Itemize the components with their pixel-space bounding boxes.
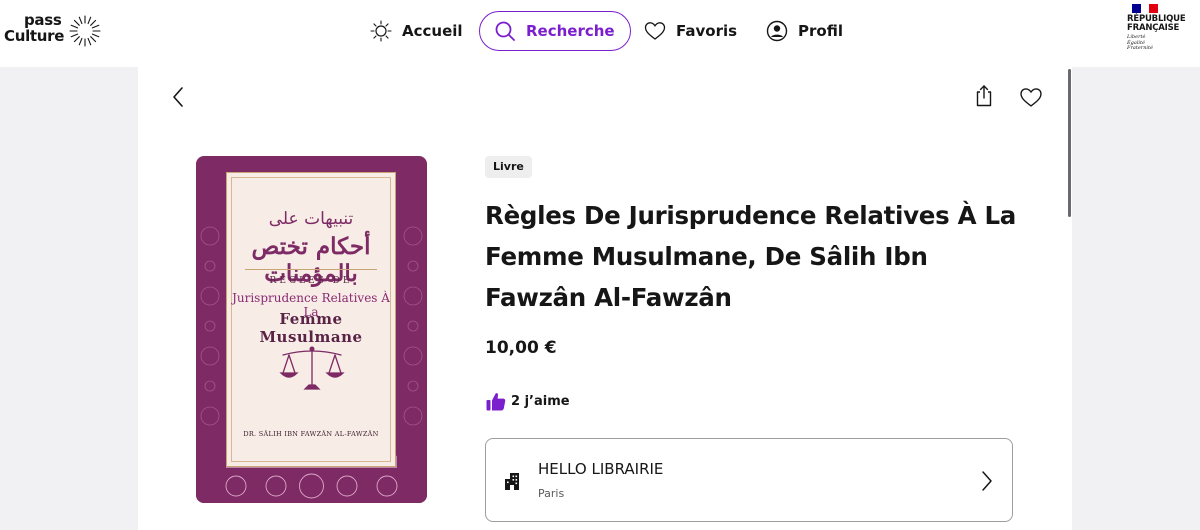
chevron-right-icon: [982, 471, 992, 491]
republique-francaise-logo: RÉPUBLIQUE FRANÇAISE Liberté Égalité Fra…: [1127, 4, 1193, 62]
scrollbar[interactable]: [1068, 69, 1071, 217]
venue-city: Paris: [538, 487, 565, 500]
user-icon: [766, 20, 788, 42]
sun-icon: [370, 20, 392, 42]
likes-label: 2 j’aime: [511, 394, 570, 409]
venue-card[interactable]: HELLO LIBRAIRIE Paris: [485, 438, 1013, 522]
nav-label: Recherche: [526, 22, 615, 40]
rf-motto: Liberté Égalité Fraternité: [1127, 34, 1153, 52]
category-badge: Livre: [485, 156, 532, 178]
offer-title: Règles De Jurisprudence Relatives À La F…: [485, 201, 1017, 312]
top-header: pass Culture Accueil Recherche Favoris P…: [0, 0, 1200, 67]
cover-title-line1: RÈGLES DE: [269, 276, 353, 286]
logo-sun-icon: [69, 15, 101, 47]
pass-culture-logo[interactable]: pass Culture: [4, 12, 104, 52]
nav-label: Favoris: [676, 22, 738, 40]
cover-author: DR. SÂLIH IBN FAWZÂN AL-FAWZÂN: [243, 430, 379, 438]
cover-arabic-line1: تنبيهات على: [268, 209, 354, 229]
favorite-button[interactable]: [1019, 85, 1043, 109]
venue-name: HELLO LIBRAIRIE: [538, 460, 664, 478]
nav-favoris[interactable]: Favoris: [644, 11, 737, 51]
heart-icon: [1020, 87, 1042, 107]
nav-label: Accueil: [402, 22, 463, 40]
nav-recherche[interactable]: Recherche: [479, 11, 631, 51]
offer-price: 10,00 €: [485, 338, 557, 358]
back-button[interactable]: [166, 85, 190, 109]
logo-text: pass Culture: [4, 11, 65, 45]
thumbs-up-icon: [486, 393, 506, 411]
offer-cover-image[interactable]: تنبيهات على أحكام تختص بالمؤمنات RÈGLES …: [196, 156, 427, 503]
search-icon: [495, 21, 515, 41]
nav-accueil[interactable]: Accueil: [370, 11, 463, 51]
share-button[interactable]: [972, 84, 996, 108]
french-flag-icon: [1132, 4, 1159, 13]
share-icon: [976, 85, 992, 107]
nav-label: Profil: [798, 22, 843, 40]
likes-count: 2 j’aime: [486, 392, 570, 411]
building-icon: [505, 473, 519, 490]
cover-inner-panel: تنبيهات على أحكام تختص بالمؤمنات RÈGLES …: [226, 172, 396, 467]
nav-profil[interactable]: Profil: [766, 11, 843, 51]
rf-name: RÉPUBLIQUE FRANÇAISE: [1127, 14, 1186, 33]
scales-icon: [279, 346, 345, 390]
heart-icon: [644, 22, 666, 40]
chevron-left-icon: [173, 87, 183, 107]
cover-title-line3: Femme Musulmane: [259, 310, 363, 346]
